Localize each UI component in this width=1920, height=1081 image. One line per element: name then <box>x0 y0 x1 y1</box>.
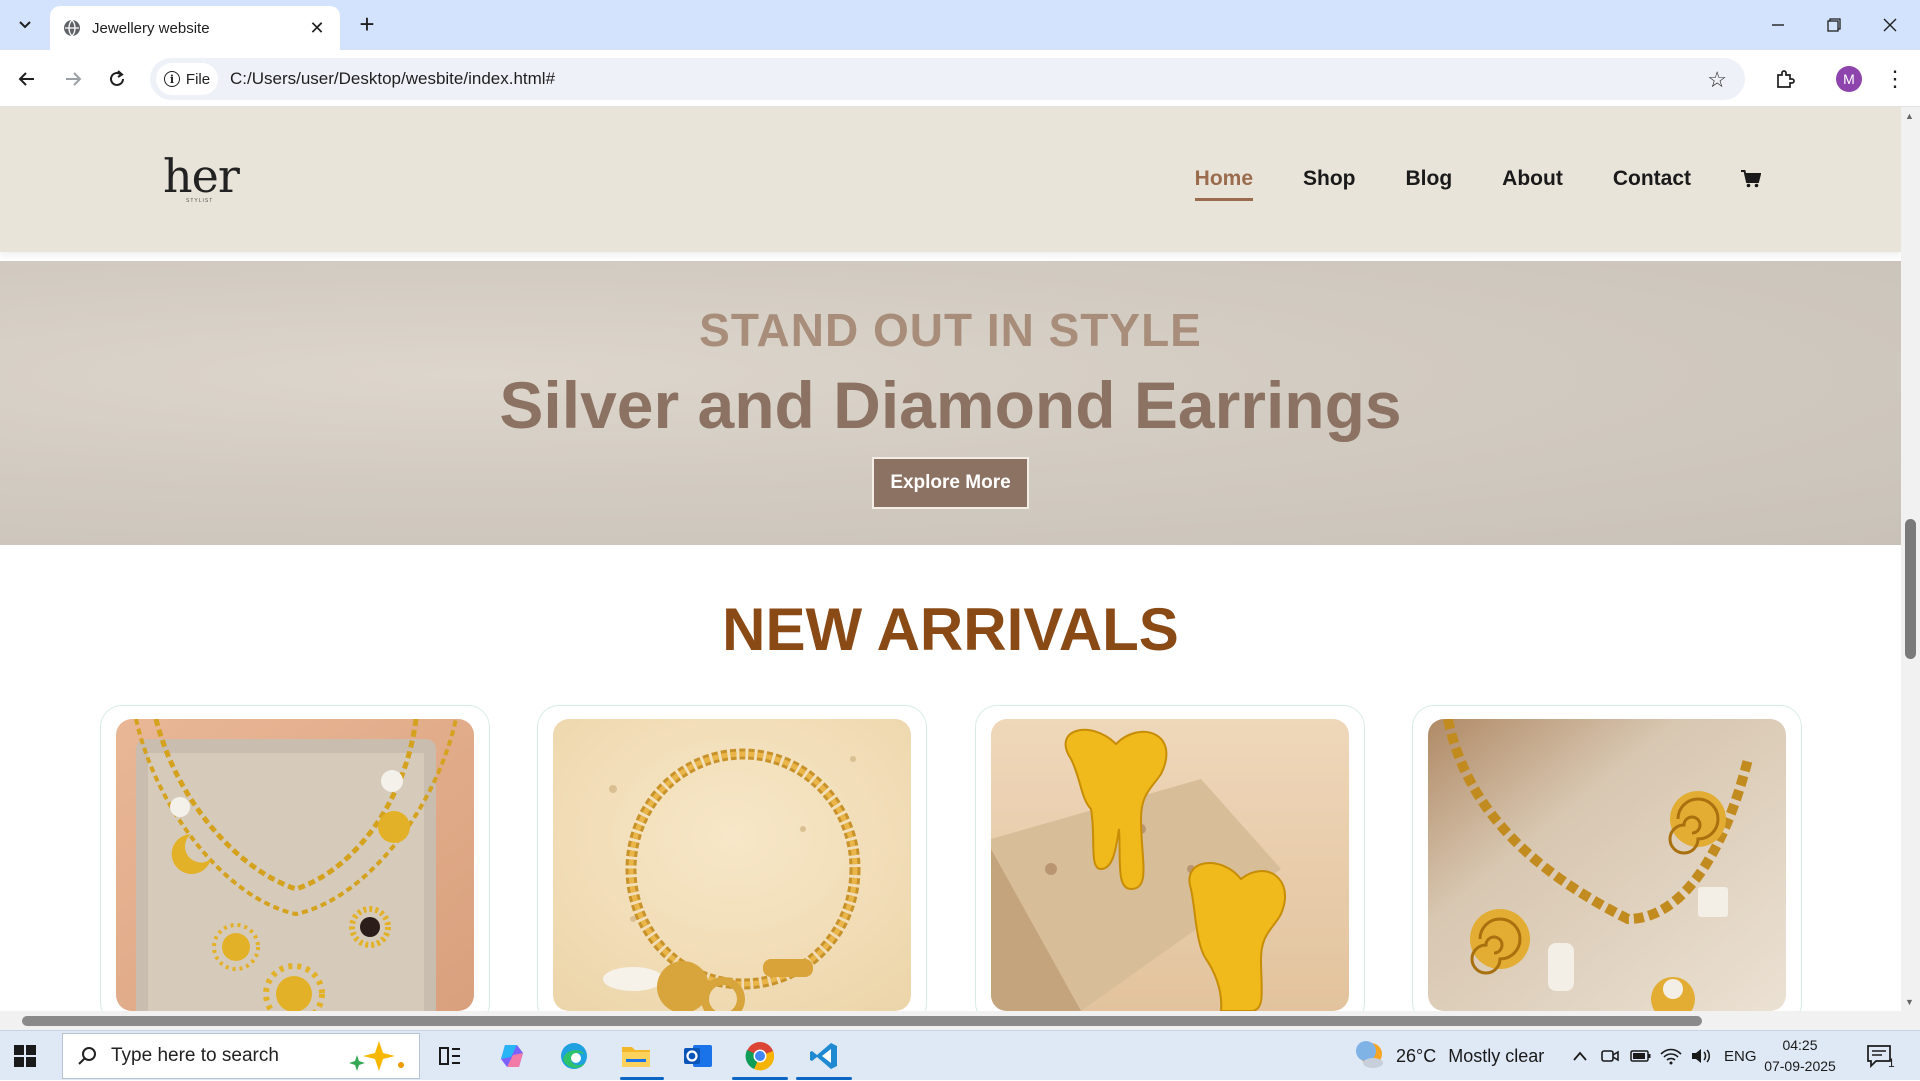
url-text[interactable]: C:/Users/user/Desktop/wesbite/index.html… <box>230 58 555 100</box>
search-icon <box>78 1047 96 1065</box>
product-image-swirl-charm-necklace[interactable] <box>1428 719 1786 1011</box>
vertical-scroll-thumb[interactable] <box>1905 519 1916 659</box>
chrome-icon[interactable] <box>742 1039 778 1073</box>
site-info-chip[interactable]: i File <box>156 63 218 95</box>
wifi-icon[interactable] <box>1660 1031 1682 1081</box>
product-card[interactable] <box>537 705 927 1011</box>
arrow-right-icon <box>66 72 82 86</box>
weather-moon-icon <box>1356 1041 1383 1068</box>
site-logo[interactable]: her <box>163 149 240 203</box>
product-card[interactable] <box>975 705 1365 1011</box>
info-icon: i <box>163 71 180 87</box>
volume-icon[interactable] <box>1690 1031 1712 1081</box>
nav-shop[interactable]: Shop <box>1303 167 1356 191</box>
scroll-down-icon[interactable]: ▼ <box>1905 997 1914 1007</box>
page-viewport: her STYLIST Home Shop Blog About Contact… <box>0 107 1901 1011</box>
arrow-left-icon <box>18 72 34 86</box>
chevron-down-icon <box>19 21 31 29</box>
explore-more-button[interactable]: Explore More <box>872 457 1029 509</box>
extensions-button[interactable] <box>1768 62 1802 96</box>
profile-avatar[interactable]: M <box>1836 66 1862 92</box>
hero-banner: STAND OUT IN STYLE Silver and Diamond Ea… <box>0 261 1901 545</box>
task-view-icon[interactable] <box>432 1039 468 1073</box>
taskbar: Type here to search 26°C Mostly clear EN… <box>0 1030 1920 1080</box>
browser-toolbar: i File C:/Users/user/Desktop/wesbite/ind… <box>0 50 1920 107</box>
clock-time: 04:25 <box>1782 1037 1818 1053</box>
copilot-icon[interactable] <box>494 1039 530 1073</box>
nav-about[interactable]: About <box>1502 167 1563 191</box>
weather-temperature: 26°C <box>1396 1045 1437 1066</box>
show-hidden-icons[interactable] <box>1572 1031 1588 1081</box>
globe-icon <box>64 19 80 37</box>
puzzle-icon <box>1777 70 1795 88</box>
product-image-gold-bracelet[interactable] <box>553 719 911 1011</box>
close-tab-icon[interactable]: ✕ <box>306 18 328 39</box>
minimize-button[interactable] <box>1750 0 1806 50</box>
product-card[interactable] <box>100 705 490 1011</box>
scheme-label: File <box>185 70 211 88</box>
hero-title: Silver and Diamond Earrings <box>499 368 1402 442</box>
new-tab-button[interactable]: + <box>352 10 382 40</box>
shopping-cart-icon[interactable] <box>1741 170 1761 188</box>
chevron-up-icon <box>1573 1051 1587 1061</box>
vertical-scrollbar[interactable]: ▲ ▼ <box>1901 107 1920 1011</box>
logo-subtitle: STYLIST <box>186 198 214 204</box>
edge-browser-icon[interactable] <box>556 1039 592 1073</box>
browser-menu-icon[interactable]: ⋮ <box>1880 62 1910 96</box>
nav-home[interactable]: Home <box>1194 167 1254 201</box>
tab-title: Jewellery website <box>92 19 210 37</box>
clock-date: 07-09-2025 <box>1764 1058 1836 1074</box>
site-header: her STYLIST Home Shop Blog About Contact <box>0 107 1901 252</box>
windows-start-icon[interactable] <box>14 1045 36 1067</box>
back-button[interactable] <box>10 62 44 96</box>
browser-tab[interactable]: Jewellery website ✕ <box>50 6 340 50</box>
close-window-button[interactable] <box>1862 0 1918 50</box>
notification-count: 1 <box>1888 1056 1895 1070</box>
hero-kicker: STAND OUT IN STYLE <box>699 304 1202 356</box>
scroll-up-icon[interactable]: ▲ <box>1905 111 1914 121</box>
vscode-icon[interactable] <box>806 1039 842 1073</box>
browser-tabstrip: Jewellery website ✕ + <box>0 0 1920 50</box>
horizontal-scrollbar[interactable] <box>0 1011 1920 1030</box>
reload-button[interactable] <box>100 62 134 96</box>
input-language[interactable]: ENG <box>1724 1031 1757 1081</box>
horizontal-scroll-thumb[interactable] <box>22 1016 1702 1026</box>
sparkle-icon <box>349 1041 404 1071</box>
product-image-melting-heart-earrings[interactable] <box>991 719 1349 1011</box>
reload-icon <box>110 70 124 86</box>
new-arrivals-title: NEW ARRIVALS <box>722 596 1179 663</box>
product-card[interactable] <box>1412 705 1802 1011</box>
nav-blog[interactable]: Blog <box>1406 167 1453 191</box>
product-image-charm-necklace[interactable] <box>116 719 474 1011</box>
notification-center[interactable]: 1 <box>1866 1031 1895 1081</box>
restore-icon <box>1827 18 1841 32</box>
search-placeholder: Type here to search <box>111 1045 279 1066</box>
weather-condition: Mostly clear <box>1448 1045 1545 1066</box>
system-clock[interactable]: 04:25 07-09-2025 <box>1760 1035 1840 1077</box>
tab-search-button[interactable] <box>8 8 42 42</box>
address-bar[interactable]: i File C:/Users/user/Desktop/wesbite/ind… <box>150 58 1745 100</box>
meet-now-icon[interactable] <box>1600 1031 1620 1081</box>
minimize-icon <box>1772 24 1784 26</box>
file-explorer-icon[interactable] <box>618 1039 654 1073</box>
weather-widget[interactable]: 26°C Mostly clear <box>1356 1031 1544 1081</box>
main-nav: Home Shop Blog About Contact <box>1145 167 1761 201</box>
battery-icon[interactable] <box>1630 1031 1652 1081</box>
restore-button[interactable] <box>1806 0 1862 50</box>
taskbar-search[interactable]: Type here to search <box>62 1033 420 1079</box>
bookmark-star-icon[interactable]: ☆ <box>1707 67 1727 93</box>
close-icon <box>1883 18 1897 32</box>
forward-button[interactable] <box>56 62 90 96</box>
nav-contact[interactable]: Contact <box>1613 167 1691 191</box>
outlook-icon[interactable] <box>680 1039 716 1073</box>
